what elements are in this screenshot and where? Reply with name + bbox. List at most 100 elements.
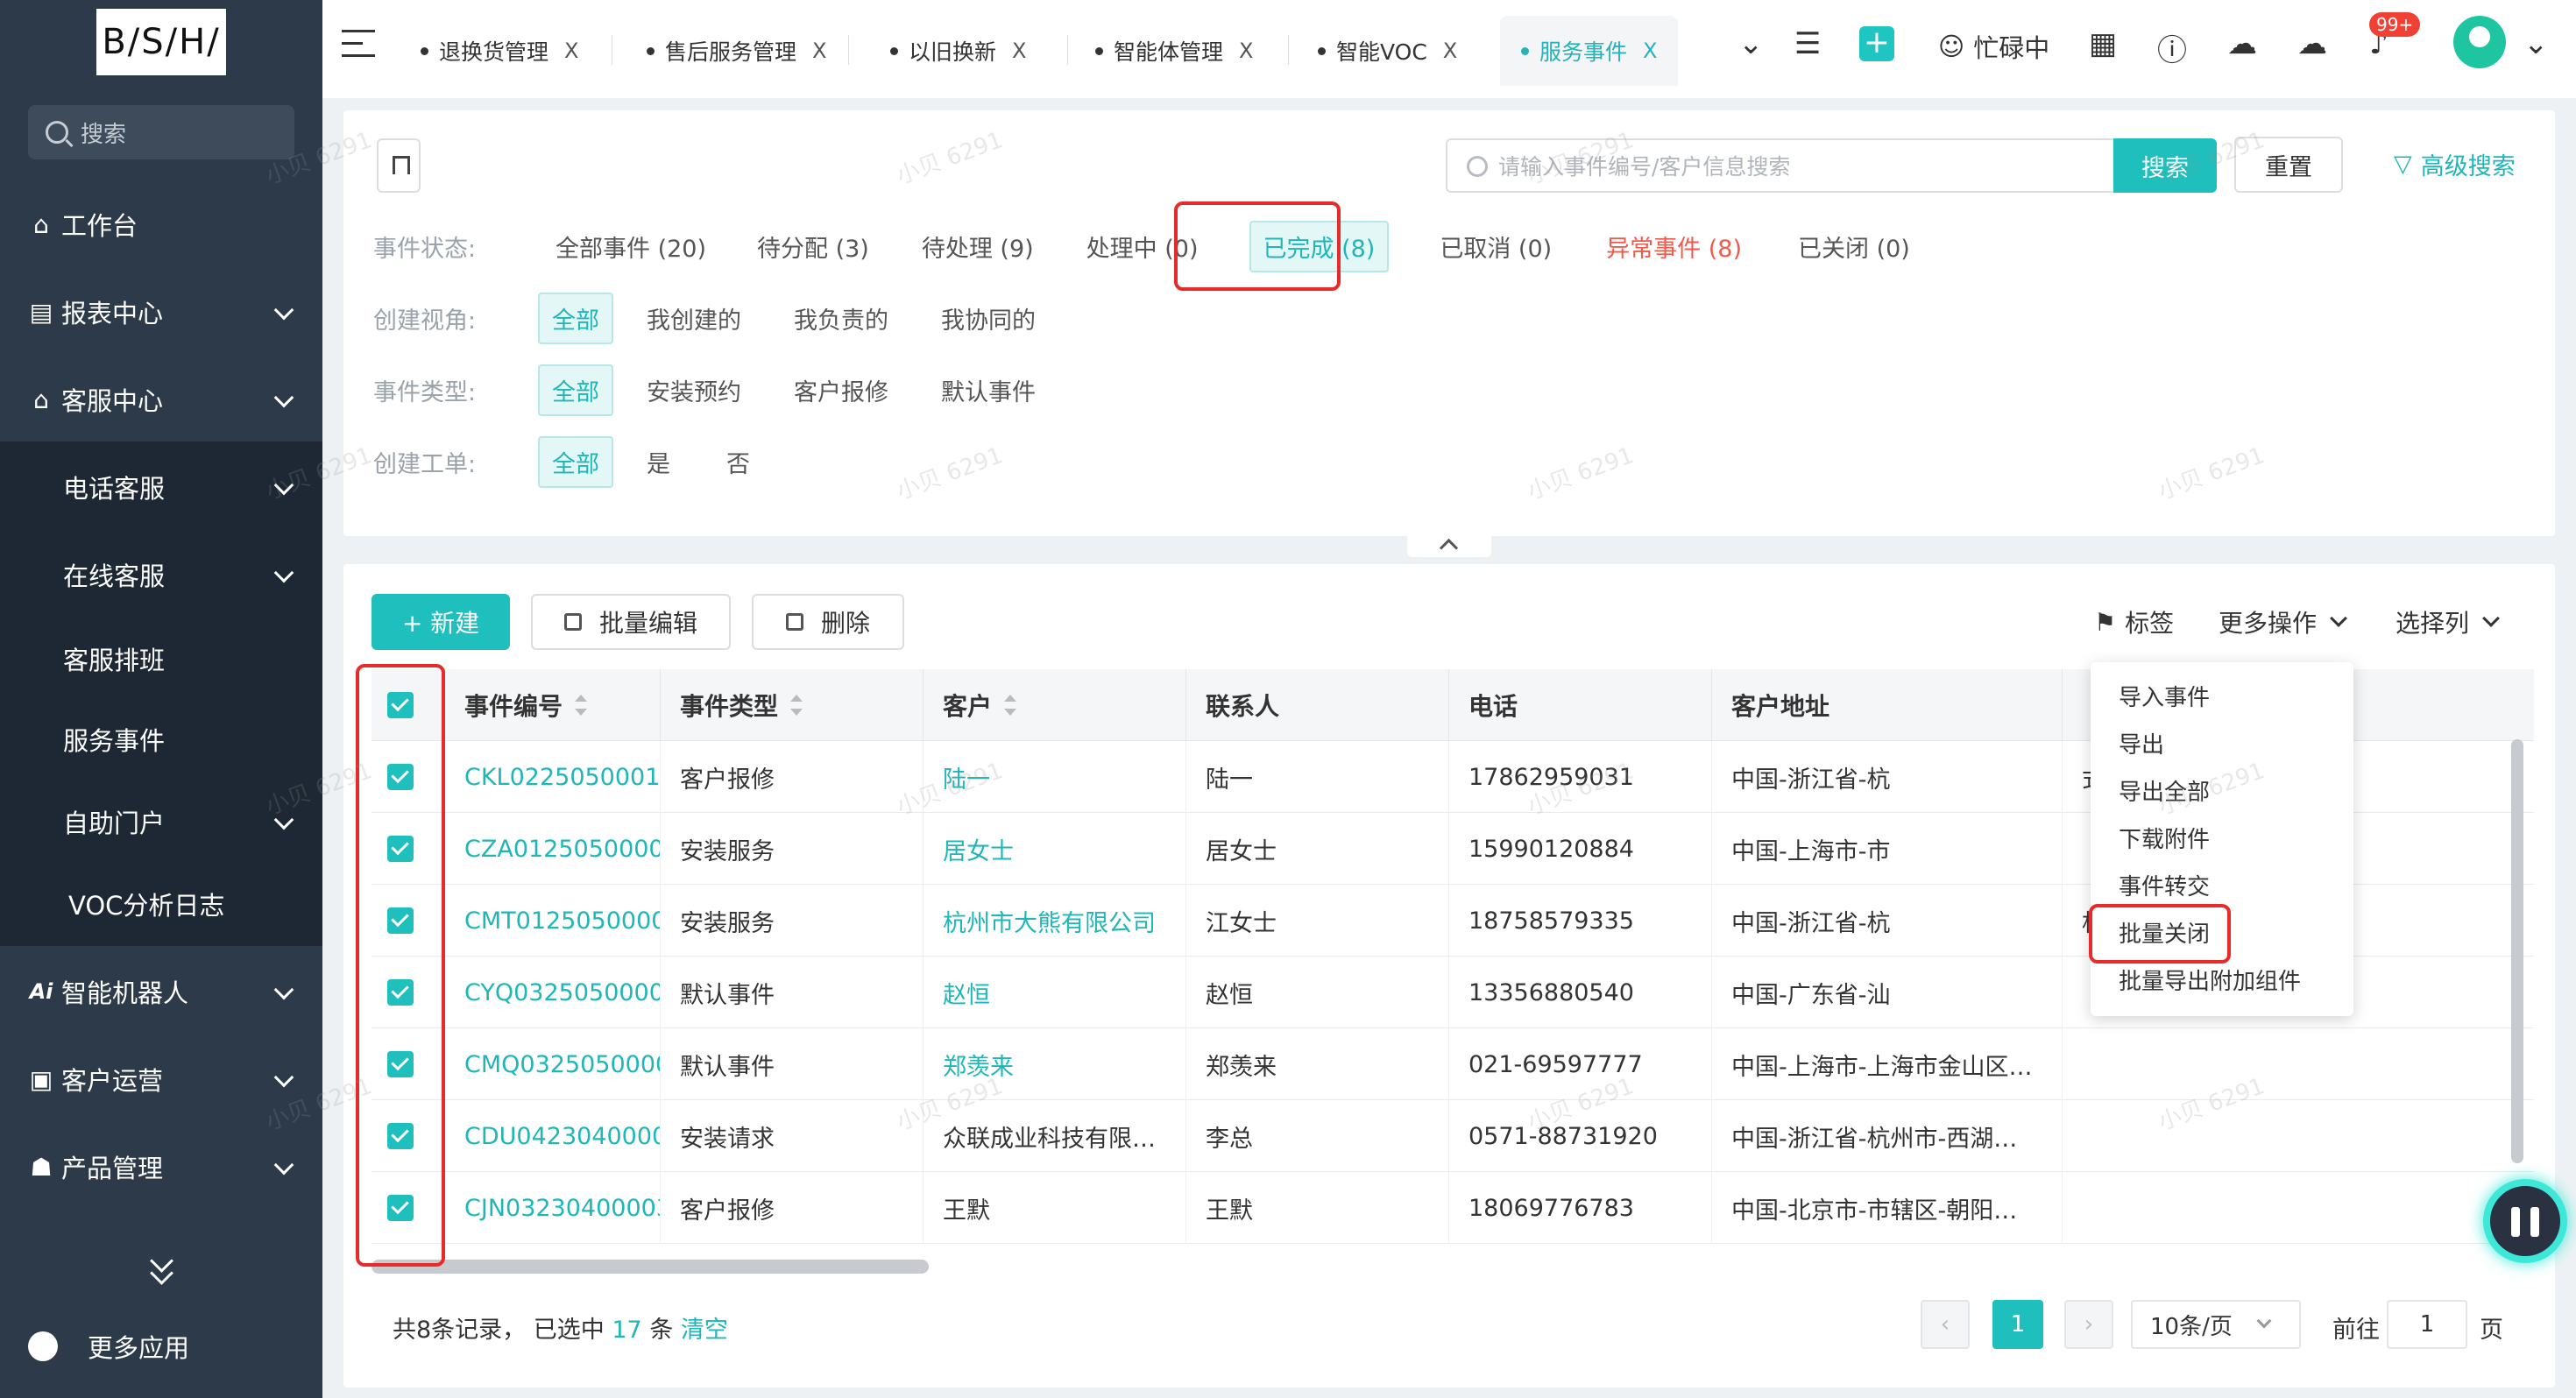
chevron-down-icon[interactable]: ⌄ bbox=[1738, 26, 1764, 61]
close-icon[interactable]: X bbox=[564, 39, 578, 63]
cell-customer[interactable]: 居女士 bbox=[924, 813, 1186, 885]
checkbox-checked-icon[interactable] bbox=[387, 1051, 414, 1077]
close-icon[interactable]: X bbox=[812, 39, 826, 63]
brand-logo[interactable]: B/S/H/ bbox=[96, 9, 226, 75]
delete-button[interactable]: 删除 bbox=[752, 594, 904, 650]
add-icon[interactable]: + bbox=[1859, 26, 1894, 61]
view-collaborated[interactable]: 我协同的 bbox=[929, 294, 1048, 342]
type-install[interactable]: 安装预约 bbox=[634, 366, 754, 414]
search-button[interactable]: 搜索 bbox=[2113, 138, 2217, 193]
sidebar-item-workbench[interactable]: ⌂ 工作台 bbox=[0, 180, 322, 268]
horizontal-scrollbar[interactable] bbox=[372, 1260, 929, 1274]
sort-icon[interactable] bbox=[1004, 695, 1017, 716]
workorder-all[interactable]: 全部 bbox=[538, 435, 613, 488]
menu-item-import[interactable]: 导入事件 bbox=[2119, 680, 2210, 712]
status-completed[interactable]: 已完成 (8) bbox=[1249, 220, 1390, 272]
row-select-cell[interactable] bbox=[372, 957, 445, 1028]
theme-icon[interactable]: ☁ bbox=[2227, 26, 2257, 61]
more-apps[interactable]: 更多应用 bbox=[28, 1328, 189, 1365]
cloud-download-icon[interactable]: ☁ bbox=[2297, 26, 2327, 61]
event-search-input[interactable]: 请输入事件编号/客户信息搜索 bbox=[1446, 138, 2117, 193]
row-select-cell[interactable] bbox=[372, 1028, 445, 1100]
batch-edit-button[interactable]: 批量编辑 bbox=[531, 594, 731, 650]
table-row[interactable]: CJN03230400003 客户报修 王默 王默 18069776783 中国-北京市-… bbox=[372, 1172, 2534, 1244]
row-select-cell[interactable] bbox=[372, 813, 445, 885]
sidebar-item-voc-log[interactable]: VOC分析日志 bbox=[0, 860, 322, 948]
double-chevron-down-icon[interactable] bbox=[145, 1253, 177, 1284]
sidebar-item-products[interactable]: ☗ 产品管理 bbox=[0, 1123, 322, 1211]
sidebar-item-reports[interactable]: ▤ 报表中心 bbox=[0, 268, 322, 356]
sidebar-item-phone-service[interactable]: 电话客服 bbox=[0, 443, 322, 531]
header-event-id[interactable]: 事件编号 bbox=[445, 669, 661, 741]
tab-returns[interactable]: 退换货管理 X bbox=[421, 16, 578, 86]
chevron-down-icon[interactable]: ⌄ bbox=[2523, 26, 2549, 61]
view-all[interactable]: 全部 bbox=[538, 292, 613, 344]
type-repair[interactable]: 客户报修 bbox=[782, 366, 901, 414]
status-pending[interactable]: 待处理 (9) bbox=[909, 222, 1046, 271]
cell-customer[interactable]: 郑羡来 bbox=[924, 1028, 1186, 1100]
checkbox-checked-icon[interactable] bbox=[387, 907, 414, 934]
reset-button[interactable]: 重置 bbox=[2234, 137, 2343, 193]
menu-item-download-attachments[interactable]: 下载附件 bbox=[2119, 822, 2210, 854]
close-icon[interactable]: X bbox=[1643, 39, 1657, 63]
table-row[interactable]: CDU04230400007 安装请求 众联成业科技有限… 李总 0571-887319… bbox=[372, 1100, 2534, 1172]
menu-item-batch-close[interactable]: 批量关闭 bbox=[2119, 916, 2210, 949]
tag-button[interactable]: ⚑ 标签 bbox=[2094, 604, 2174, 639]
menu-item-transfer[interactable]: 事件转交 bbox=[2119, 869, 2210, 901]
row-select-cell[interactable] bbox=[372, 741, 445, 813]
next-page-button[interactable]: › bbox=[2064, 1300, 2113, 1349]
bookmark-icon[interactable] bbox=[377, 138, 421, 193]
header-customer[interactable]: 客户 bbox=[924, 669, 1186, 741]
tab-service-events[interactable]: 服务事件 X bbox=[1500, 16, 1679, 86]
menu-toggle-icon[interactable] bbox=[342, 30, 375, 58]
status-processing[interactable]: 处理中 (0) bbox=[1074, 222, 1211, 271]
new-event-button[interactable]: + 新建 bbox=[372, 594, 510, 650]
sidebar-item-service-events[interactable]: 服务事件 bbox=[0, 695, 322, 783]
status-abnormal[interactable]: 异常事件 (8) bbox=[1594, 222, 1754, 271]
view-created[interactable]: 我创建的 bbox=[634, 294, 754, 342]
sidebar-item-ai-robot[interactable]: Ai 智能机器人 bbox=[0, 948, 322, 1035]
checkbox-checked-icon[interactable] bbox=[387, 979, 414, 1006]
cell-event-id[interactable]: CKL02250500014 bbox=[445, 741, 661, 813]
avatar[interactable] bbox=[2453, 16, 2506, 68]
type-all[interactable]: 全部 bbox=[538, 364, 613, 416]
pause-icon[interactable] bbox=[2483, 1179, 2567, 1263]
checkbox-checked-icon[interactable] bbox=[387, 1123, 414, 1149]
sort-icon[interactable] bbox=[790, 695, 803, 716]
status-cancelled[interactable]: 已取消 (0) bbox=[1427, 222, 1564, 271]
vertical-scrollbar[interactable] bbox=[2511, 739, 2523, 1163]
cell-customer[interactable]: 陆一 bbox=[924, 741, 1186, 813]
checkbox-checked-icon[interactable] bbox=[387, 836, 414, 862]
select-columns-button[interactable]: 选择列 bbox=[2396, 604, 2500, 639]
menu-item-export[interactable]: 导出 bbox=[2119, 727, 2164, 759]
checkbox-checked-icon[interactable] bbox=[387, 1195, 414, 1221]
row-select-cell[interactable] bbox=[372, 1100, 445, 1172]
sidebar-search[interactable]: 搜索 bbox=[28, 105, 294, 159]
close-icon[interactable]: X bbox=[1443, 39, 1457, 63]
status-unassigned[interactable]: 待分配 (3) bbox=[745, 222, 881, 271]
clear-selection-link[interactable]: 清空 bbox=[681, 1317, 728, 1344]
view-owned[interactable]: 我负责的 bbox=[782, 294, 901, 342]
sidebar-item-self-portal[interactable]: 自助门户 bbox=[0, 778, 322, 865]
sidebar-item-customer-ops[interactable]: ▣ 客户运营 bbox=[0, 1035, 322, 1123]
close-icon[interactable]: X bbox=[1239, 39, 1253, 63]
row-select-cell[interactable] bbox=[372, 885, 445, 957]
cell-event-id[interactable]: CMQ03250500004 bbox=[445, 1028, 661, 1100]
workorder-yes[interactable]: 是 bbox=[634, 438, 683, 486]
tab-agents[interactable]: 智能体管理 X bbox=[1095, 16, 1253, 86]
checkbox-checked-icon[interactable] bbox=[387, 764, 414, 790]
status-closed[interactable]: 已关闭 (0) bbox=[1786, 222, 1922, 271]
cell-event-id[interactable]: CMT01250500006 bbox=[445, 885, 661, 957]
checkbox-checked-icon[interactable] bbox=[387, 692, 414, 718]
cell-event-id[interactable]: CYQ03250500005 bbox=[445, 957, 661, 1028]
list-menu-icon[interactable]: ☰ bbox=[1794, 26, 1821, 61]
header-select-all[interactable] bbox=[372, 669, 445, 741]
collapse-filter-toggle[interactable] bbox=[1407, 533, 1491, 557]
calendar-icon[interactable]: ▦ bbox=[2089, 26, 2117, 61]
sidebar-item-scheduling[interactable]: 客服排班 bbox=[0, 615, 322, 703]
help-icon[interactable]: ⓘ bbox=[2157, 26, 2187, 69]
agent-status[interactable]: ☺ 忙碌中 bbox=[1938, 28, 2049, 65]
page-1-button[interactable]: 1 bbox=[1992, 1300, 2043, 1349]
tab-voc[interactable]: 智能VOC X bbox=[1318, 16, 1457, 86]
sidebar-item-online-service[interactable]: 在线客服 bbox=[0, 531, 322, 618]
